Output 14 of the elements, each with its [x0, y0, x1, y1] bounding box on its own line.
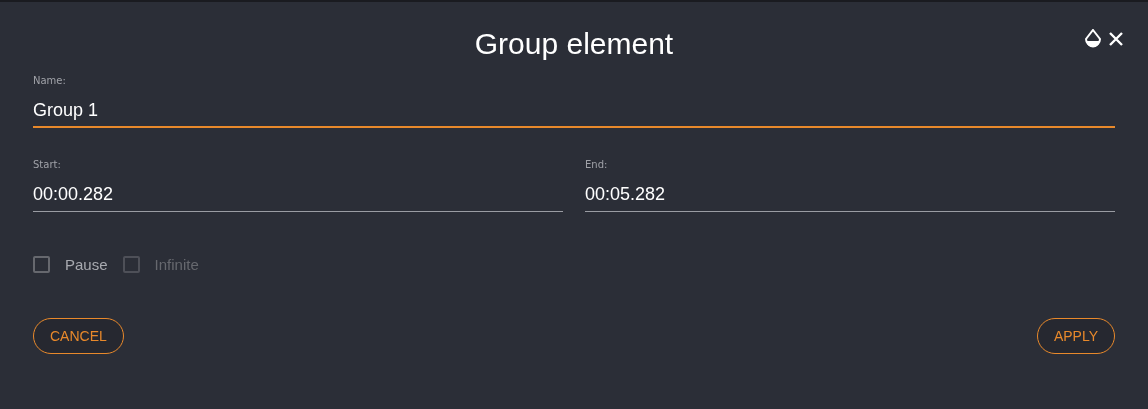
- drop-icon[interactable]: [1084, 29, 1102, 49]
- close-icon[interactable]: [1108, 31, 1124, 47]
- cancel-button[interactable]: CANCEL: [33, 318, 124, 354]
- field-label: End:: [585, 158, 609, 172]
- dialog-title: Group element: [474, 26, 674, 62]
- checkbox-label: Pause: [65, 256, 108, 273]
- text-field[interactable]: 00:05.282: [585, 182, 1115, 212]
- text-field[interactable]: Group 1: [33, 98, 1115, 128]
- checkbox-label: Infinite: [154, 256, 199, 273]
- field-label: Start:: [33, 158, 62, 172]
- text-field[interactable]: 00:00.282: [33, 182, 563, 212]
- checkbox[interactable]: [33, 256, 50, 273]
- apply-button[interactable]: APPLY: [1036, 318, 1115, 354]
- field-label: Name:: [33, 74, 67, 88]
